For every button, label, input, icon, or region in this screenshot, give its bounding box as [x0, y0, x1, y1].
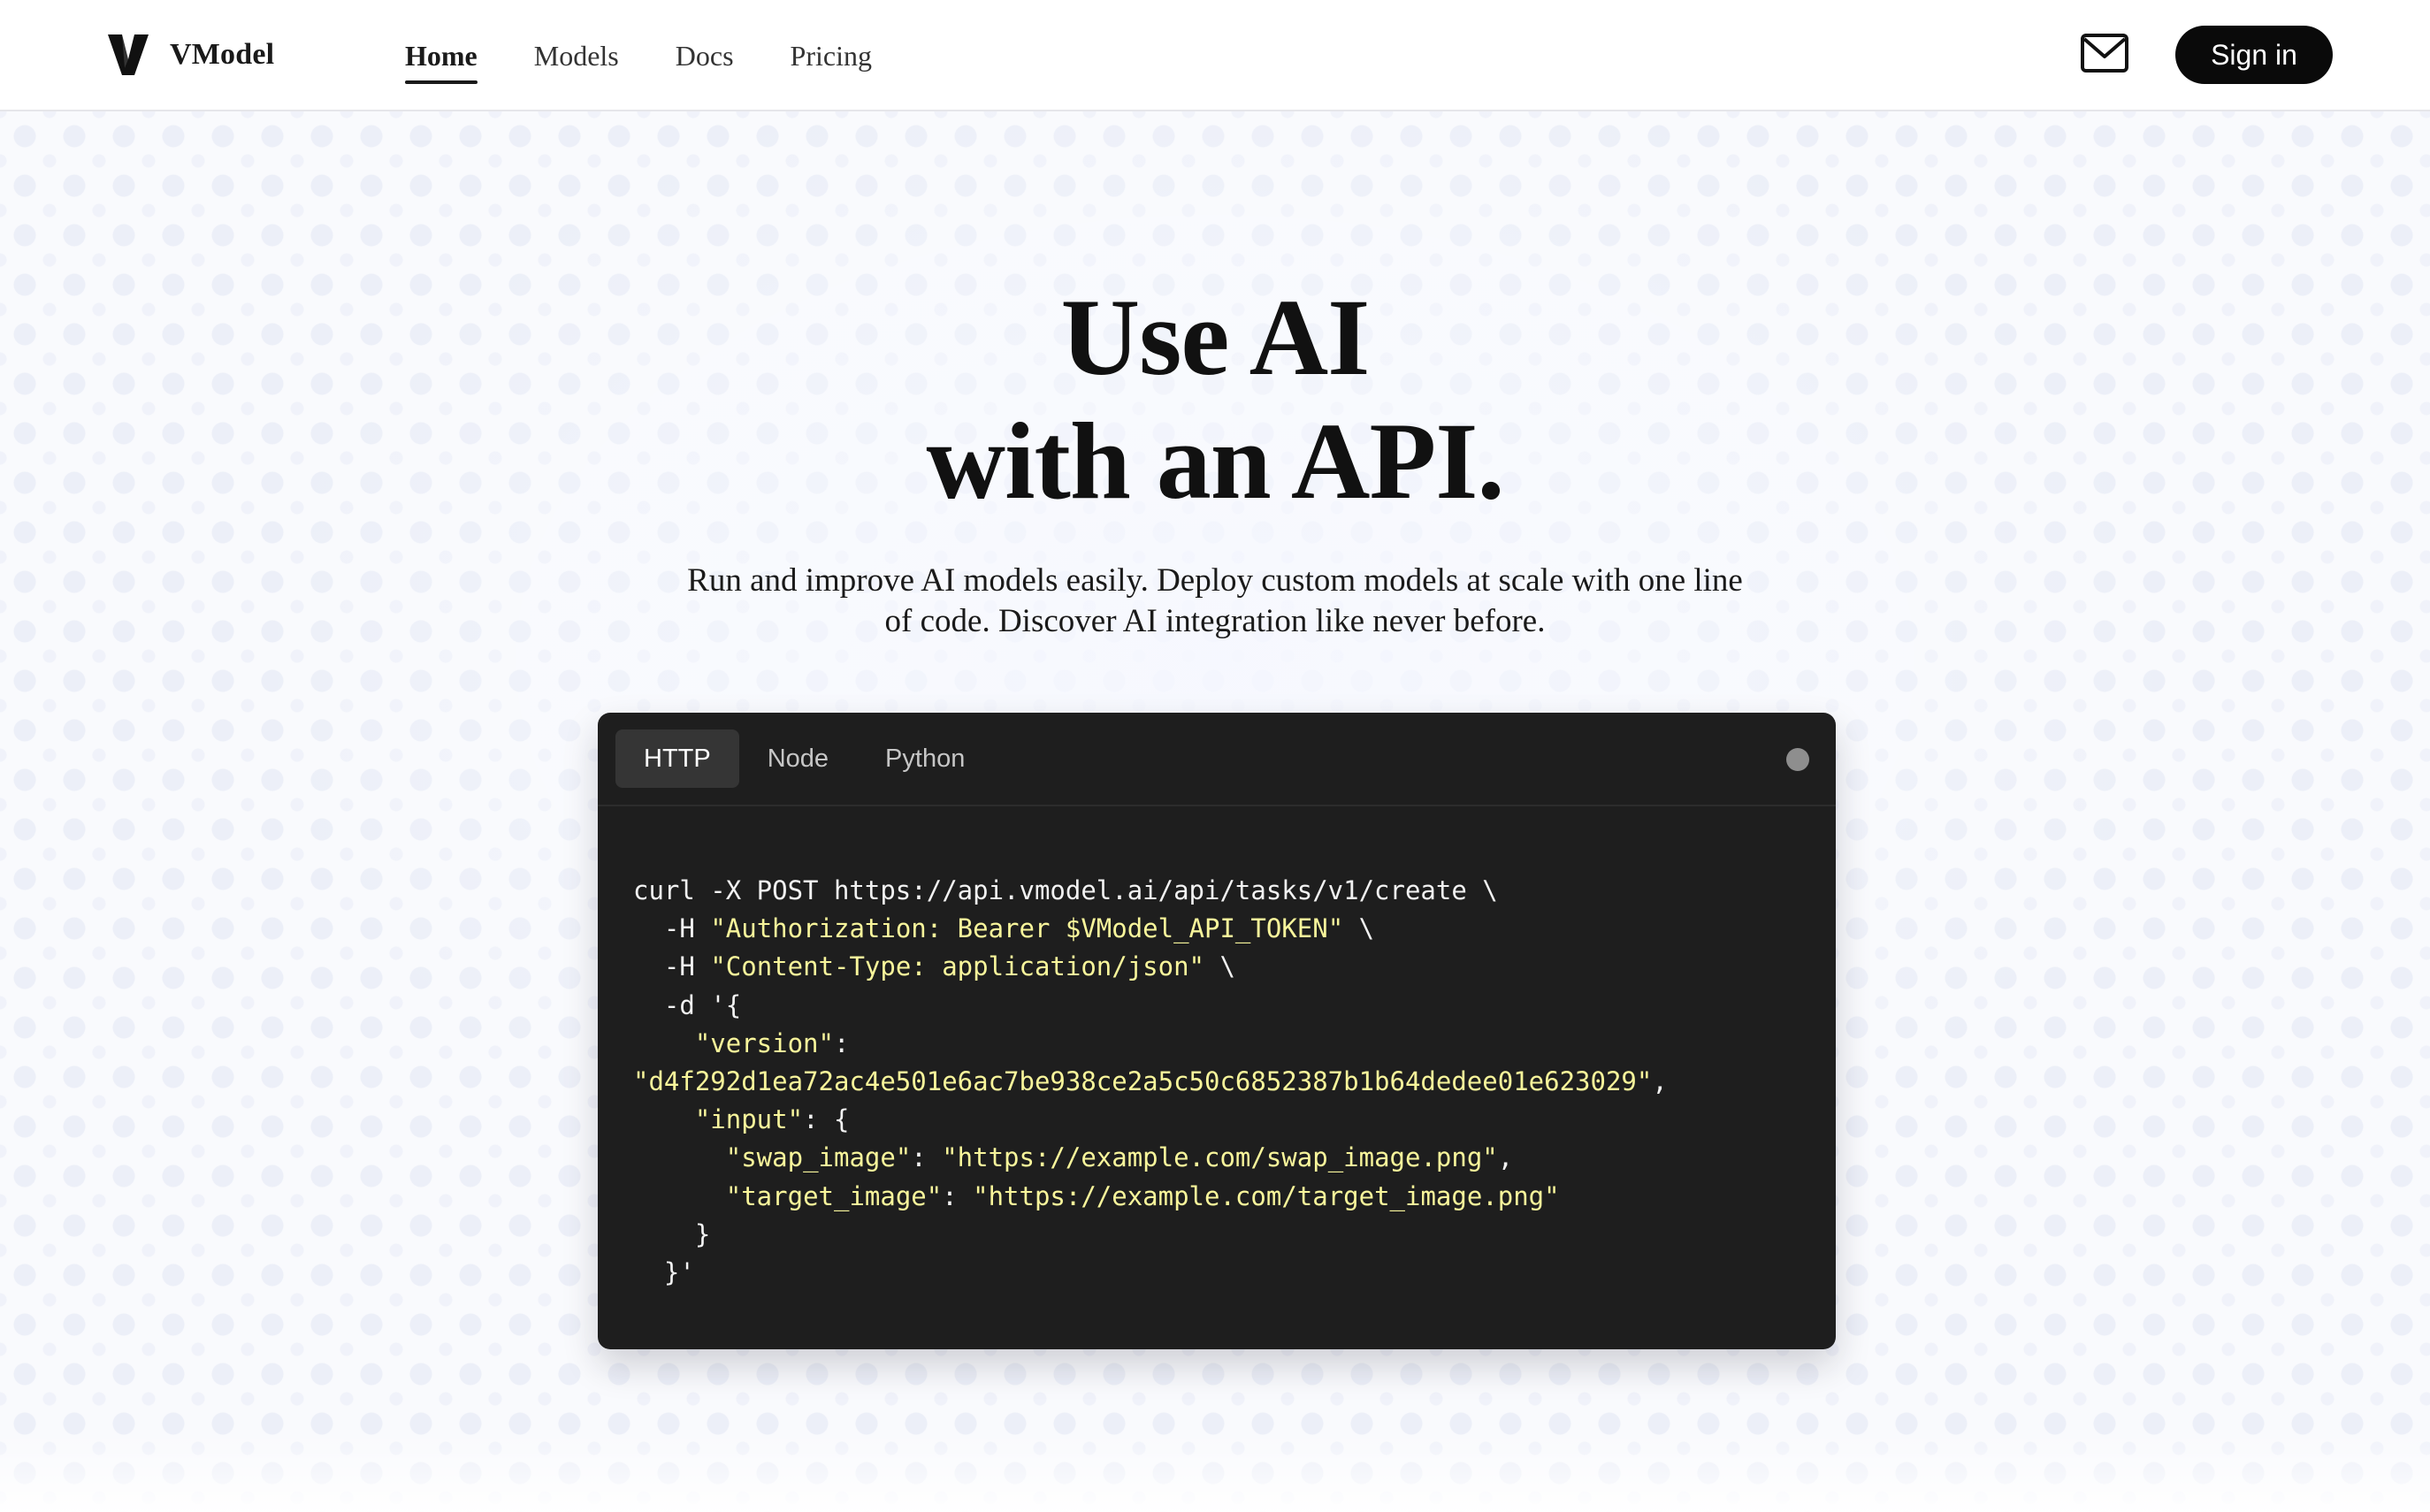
hero-subtitle: Run and improve AI models easily. Deploy… [687, 562, 1743, 639]
code-string-token: "swap_image" [725, 1142, 912, 1173]
code-block: curl -X POST https://api.vmodel.ai/api/t… [598, 806, 1836, 1292]
tab-node[interactable]: Node [739, 729, 857, 788]
code-line: -H "Content-Type: application/json" \ [633, 948, 1836, 986]
code-string-token: "target_image" [725, 1180, 943, 1211]
code-example-card: HTTP Node Python curl -X POST https://ap… [598, 713, 1836, 1349]
code-token: \ [1343, 913, 1375, 944]
code-token: : [911, 1142, 943, 1173]
code-line: "target_image": "https://example.com/tar… [633, 1178, 1836, 1216]
code-line: "swap_image": "https://example.com/swap_… [633, 1139, 1836, 1177]
code-token: , [1497, 1142, 1514, 1173]
code-token: curl -X POST https://api.vmodel.ai/api/t… [633, 875, 1498, 905]
hero-title: Use AI with an API. [0, 276, 2430, 523]
code-line: }' [633, 1254, 1836, 1292]
code-token: : [833, 1027, 850, 1058]
code-string-token: "Content-Type: application/json" [710, 951, 1205, 982]
code-token: -d '{ [633, 989, 742, 1020]
code-line: -H "Authorization: Bearer $VModel_API_TO… [633, 910, 1836, 948]
site-header: VModel Home Models Docs Pricing Sign in [0, 0, 2430, 111]
nav-models[interactable]: Models [534, 38, 619, 73]
vmodel-logo-icon [108, 34, 149, 75]
code-line: curl -X POST https://api.vmodel.ai/api/t… [633, 872, 1836, 910]
code-language-tabs: HTTP Node Python [598, 713, 1836, 806]
code-string-token: "Authorization: Bearer $VModel_API_TOKEN… [710, 913, 1344, 944]
envelope-icon [2081, 34, 2128, 73]
brand-logo[interactable]: VModel [108, 30, 274, 80]
bottom-fade [0, 1432, 2430, 1512]
code-string-token: "d4f292d1ea72ac4e501e6ac7be938ce2a5c50c6… [633, 1065, 1653, 1096]
code-token: -H [633, 951, 711, 982]
code-string-token: "version" [694, 1027, 834, 1058]
code-line: -d '{ [633, 987, 1836, 1025]
main-nav: Home Models Docs Pricing [405, 0, 928, 111]
code-string-token: "https://example.com/target_image.png" [973, 1180, 1560, 1211]
nav-docs[interactable]: Docs [676, 38, 734, 73]
tab-http[interactable]: HTTP [615, 729, 739, 788]
code-token: -H [633, 913, 711, 944]
hero-title-line-2: with an API. [926, 401, 1505, 522]
sign-in-button[interactable]: Sign in [2175, 26, 2333, 84]
code-token: , [1652, 1065, 1668, 1096]
code-line: } [633, 1216, 1836, 1254]
code-string-token: "input" [694, 1104, 804, 1135]
code-token: \ [1204, 951, 1235, 982]
copy-indicator-dot[interactable] [1786, 748, 1809, 771]
tab-python[interactable]: Python [857, 729, 993, 788]
code-line: "version": [633, 1025, 1836, 1063]
code-token: : { [803, 1104, 850, 1135]
code-token: : [942, 1180, 974, 1211]
code-line: "d4f292d1ea72ac4e501e6ac7be938ce2a5c50c6… [633, 1063, 1836, 1101]
nav-pricing[interactable]: Pricing [791, 38, 872, 73]
nav-home[interactable]: Home [405, 38, 478, 84]
code-token: }' [633, 1256, 695, 1287]
hero-title-line-1: Use AI [1060, 277, 1371, 398]
code-string-token: "https://example.com/swap_image.png" [942, 1142, 1498, 1173]
brand-name: VModel [170, 38, 275, 71]
code-line: "input": { [633, 1101, 1836, 1139]
code-token: } [633, 1218, 711, 1249]
contact-mail-button[interactable] [2080, 32, 2129, 74]
